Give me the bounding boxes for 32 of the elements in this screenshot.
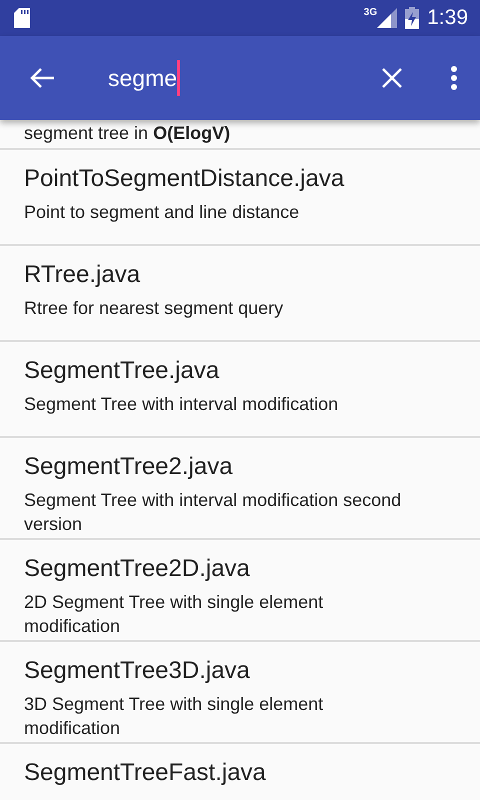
file-description: segment tree in O(ElogV) <box>24 122 230 145</box>
network-type: 3G <box>364 8 378 18</box>
result-item[interactable]: RTree.java Rtree for nearest segment query <box>0 246 480 342</box>
back-arrow-icon <box>29 67 55 89</box>
more-icon <box>450 65 458 91</box>
file-name: RTree.java <box>24 260 142 290</box>
file-description: Point to segment and line distance <box>24 201 300 224</box>
result-item[interactable]: SegmentTree2.java Segment Tree with interval modification second version <box>0 438 480 540</box>
file-description: 3D Segment Tree with single element modification <box>24 693 324 740</box>
file-name: SegmentTree2D.java <box>24 554 251 584</box>
file-description: Segment Tree with interval modification <box>24 393 340 416</box>
file-name: SegmentTree2.java <box>24 452 234 482</box>
search-field[interactable]: segme <box>108 60 178 96</box>
result-item[interactable]: segment tree in O(ElogV) <box>0 120 480 150</box>
result-item[interactable]: SegmentTree.java Segment Tree with interval modification <box>0 342 480 438</box>
file-description: Rtree for nearest segment query <box>24 297 284 320</box>
signal-icon <box>377 8 398 28</box>
result-item[interactable]: SegmentTreeFast.java <box>0 744 480 800</box>
clock: 1:39 <box>427 5 468 32</box>
result-item[interactable]: SegmentTree3D.java 3D Segment Tree with single element modification <box>0 642 480 744</box>
result-item[interactable]: SegmentTree2D.java 2D Segment Tree with single element modification <box>0 540 480 642</box>
battery-charging-icon <box>405 7 420 29</box>
close-icon <box>381 67 403 89</box>
file-name: SegmentTreeFast.java <box>24 758 267 788</box>
file-name: PointToSegmentDistance.java <box>24 164 346 194</box>
file-description: Segment Tree with interval modification second version <box>24 489 402 536</box>
file-name: SegmentTree3D.java <box>24 656 251 686</box>
file-name: SegmentTree.java <box>24 356 220 386</box>
sd-card-icon <box>14 8 30 28</box>
file-description: 2D Segment Tree with single element modification <box>24 591 324 638</box>
text-cursor <box>177 60 180 96</box>
result-item[interactable]: PointToSegmentDistance.java Point to segment and line distance <box>0 150 480 246</box>
